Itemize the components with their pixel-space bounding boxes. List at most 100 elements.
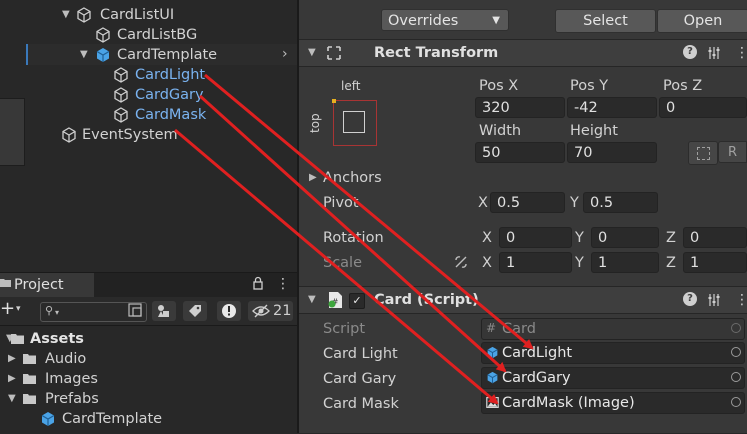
chevron-down-icon: ▾ [55, 308, 60, 317]
select-button[interactable]: Select [555, 9, 656, 33]
card-gary-value: CardGary [502, 370, 571, 386]
anchor-left-label: left [341, 79, 361, 93]
add-icon[interactable]: + [0, 299, 15, 319]
overrides-dropdown[interactable]: Overrides ▼ [381, 9, 509, 31]
blueprint-mode-button[interactable] [688, 141, 718, 165]
scale-x-field[interactable]: 1 [499, 252, 572, 273]
card-script-header[interactable]: ▼ # ✓ Card (Script) ? ⋮ [299, 286, 747, 314]
card-mask-label: Card Mask [323, 396, 399, 412]
scale-z-label: Z [666, 255, 676, 271]
scale-y-field[interactable]: 1 [591, 252, 659, 273]
rotation-z-field[interactable]: 0 [683, 227, 747, 248]
card-light-label: Card Light [323, 346, 398, 362]
tab-project-label: Project [14, 277, 64, 293]
rect-transform-title: Rect Transform [374, 45, 499, 61]
posx-label: Pos X [479, 78, 519, 94]
pivot-x-label: X [478, 195, 488, 211]
script-icon: # [328, 292, 342, 308]
more-options-icon[interactable]: ⋮ [276, 275, 290, 293]
warning-icon [222, 304, 236, 318]
object-picker-icon [731, 323, 741, 333]
component-enabled-checkbox[interactable]: ✓ [349, 293, 365, 309]
rotation-y-field[interactable]: 0 [591, 227, 659, 248]
filter-type-button[interactable] [152, 301, 176, 321]
folder-icon [23, 374, 36, 384]
preset-icon[interactable] [707, 293, 721, 307]
more-options-icon[interactable]: ⋮ [735, 40, 747, 66]
posy-label: Pos Y [570, 78, 609, 94]
pivot-y-label: Y [570, 195, 579, 211]
hidden-packages-toggle[interactable]: 21 [248, 301, 293, 321]
hierarchy-item-label: CardListUI [100, 7, 175, 23]
gameobject-icon [114, 87, 128, 103]
anchor-rect-icon [343, 111, 365, 133]
rotation-z-label: Z [666, 230, 676, 246]
anchors-label[interactable]: Anchors [323, 168, 382, 188]
project-item-label: Assets [30, 331, 84, 347]
foldout-arrow-icon[interactable]: ▶ [309, 168, 317, 188]
help-icon[interactable]: ? [683, 45, 697, 59]
rotation-x-field[interactable]: 0 [499, 227, 572, 248]
expand-arrow-icon[interactable]: ▼ [80, 47, 96, 63]
script-field: # Card [481, 318, 745, 340]
tab-project[interactable]: Project [0, 273, 94, 297]
project-item-label: CardTemplate [62, 411, 163, 427]
open-button[interactable]: Open [657, 9, 747, 33]
tag-icon [189, 305, 201, 317]
object-picker-icon[interactable] [731, 347, 741, 357]
card-light-field[interactable]: CardLight [481, 342, 745, 364]
posz-field[interactable]: 0 [659, 97, 747, 118]
rotation-y-label: Y [575, 230, 584, 246]
rect-transform-icon [327, 46, 341, 60]
folder-icon [0, 277, 12, 289]
project-item-label: Images [45, 371, 98, 387]
more-options-icon[interactable]: ⋮ [735, 287, 747, 313]
blueprint-icon [697, 147, 710, 160]
lock-icon[interactable] [253, 276, 263, 290]
height-field[interactable]: 70 [567, 142, 657, 163]
card-mask-field[interactable]: CardMask (Image) [481, 392, 745, 414]
hierarchy-item-label: CardMask [135, 107, 207, 123]
posz-label: Pos Z [663, 78, 703, 94]
cube-icon [487, 371, 498, 384]
hierarchy-panel: ▼ CardListUI CardListBG ▼ CardTemplate ›… [0, 0, 299, 270]
foldout-arrow-icon[interactable]: ▼ [308, 40, 316, 66]
folder-icon [23, 354, 36, 364]
gameobject-icon [62, 127, 76, 143]
pivot-label: Pivot [323, 195, 359, 211]
posy-field[interactable]: -42 [567, 97, 657, 118]
chevron-right-icon[interactable]: › [282, 46, 288, 62]
hierarchy-item-label: CardLight [135, 67, 206, 83]
search-by-type-button[interactable] [124, 301, 148, 321]
foldout-arrow-icon[interactable]: ▼ [308, 287, 316, 313]
prefab-icon [96, 48, 110, 62]
rect-transform-header[interactable]: ▼ Rect Transform ? ⋮ [299, 39, 747, 67]
scale-x-label: X [482, 255, 492, 271]
gameobject-icon [96, 27, 110, 43]
anchor-presets-button[interactable] [332, 99, 377, 146]
pivot-x-field[interactable]: 0.5 [490, 192, 565, 213]
object-picker-icon[interactable] [731, 372, 741, 382]
project-tab-bar: Project ⋮ [0, 273, 297, 297]
posx-field[interactable]: 320 [475, 97, 565, 118]
image-icon [486, 397, 499, 408]
width-field[interactable]: 50 [475, 142, 565, 163]
scene-preview-stub [0, 98, 25, 166]
filter-issues-button[interactable] [217, 301, 241, 321]
unlink-icon[interactable] [453, 254, 469, 270]
preset-icon[interactable] [707, 46, 721, 60]
object-picker-icon[interactable] [731, 397, 741, 407]
folder-open-icon [11, 334, 24, 344]
raw-edit-button[interactable]: R [718, 141, 747, 163]
chevron-down-icon[interactable]: ▾ [16, 301, 21, 317]
card-mask-value: CardMask (Image) [502, 395, 635, 411]
card-light-value: CardLight [502, 345, 573, 361]
filter-label-button[interactable] [183, 301, 207, 321]
gameobject-icon [114, 107, 128, 123]
card-gary-label: Card Gary [323, 371, 397, 387]
hierarchy-item-label: CardTemplate [117, 47, 218, 63]
card-gary-field[interactable]: CardGary [481, 367, 745, 389]
pivot-y-field[interactable]: 0.5 [583, 192, 658, 213]
help-icon[interactable]: ? [683, 292, 697, 306]
scale-z-field[interactable]: 1 [683, 252, 747, 273]
